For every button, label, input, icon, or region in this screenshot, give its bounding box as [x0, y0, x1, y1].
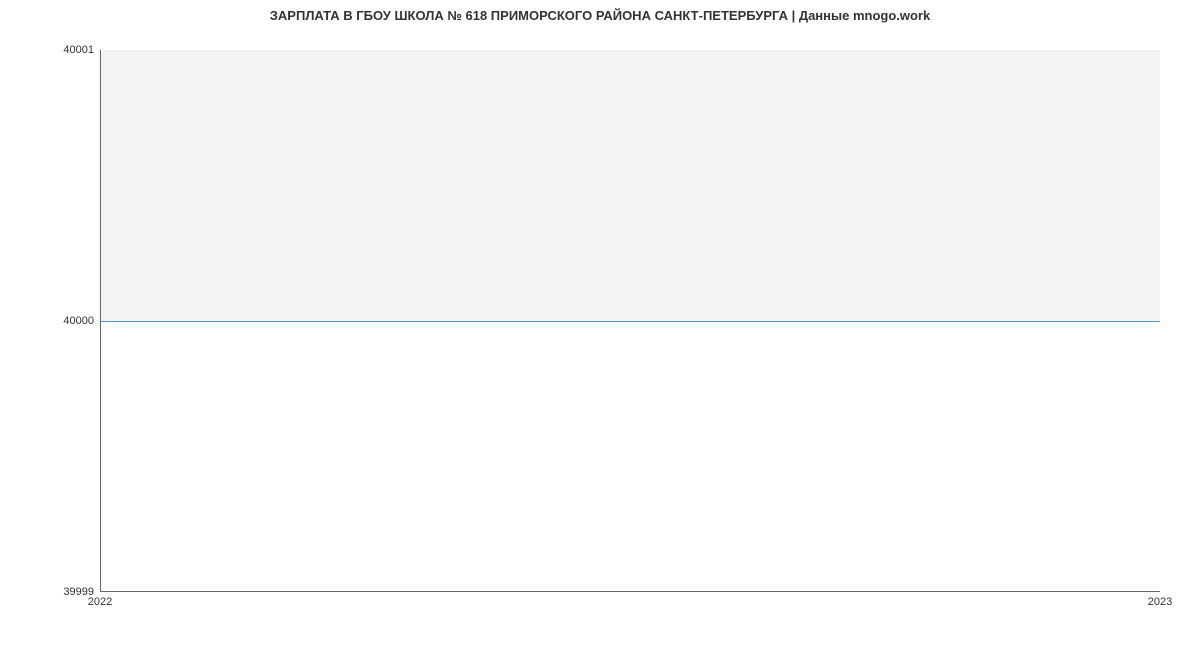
data-line — [101, 321, 1160, 322]
y-tick-mid: 40000 — [63, 315, 94, 327]
x-tick-right: 2023 — [1148, 596, 1172, 608]
chart-title: ЗАРПЛАТА В ГБОУ ШКОЛА № 618 ПРИМОРСКОГО … — [0, 8, 1200, 23]
chart-container: ЗАРПЛАТА В ГБОУ ШКОЛА № 618 ПРИМОРСКОГО … — [0, 0, 1200, 650]
x-tick-left: 2022 — [88, 596, 112, 608]
area-fill — [101, 50, 1160, 321]
y-tick-top: 40001 — [63, 44, 94, 56]
plot-area — [100, 50, 1160, 592]
